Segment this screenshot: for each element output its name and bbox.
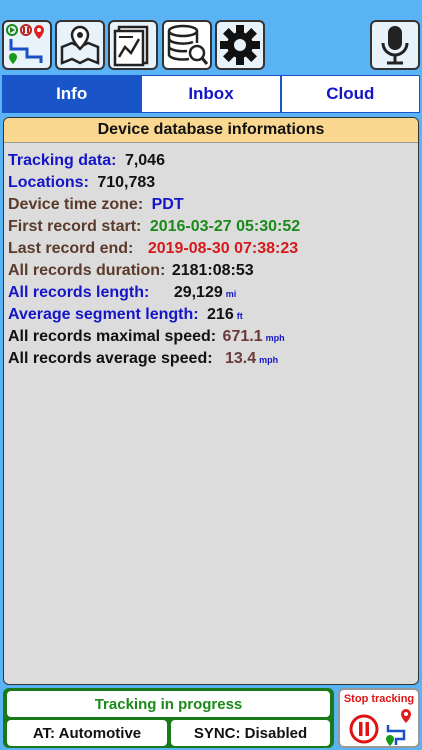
info-row-last-record: Last record end: 2019-08-30 07:38:23	[8, 238, 418, 260]
info-row-avg-segment: Average segment length: 216 ft	[8, 304, 418, 326]
activity-mode-button[interactable]: AT: Automotive	[7, 720, 167, 746]
row-unit: mi	[225, 289, 237, 299]
voice-button[interactable]	[370, 20, 420, 70]
row-label: All records duration:	[8, 262, 166, 279]
database-button[interactable]	[162, 20, 212, 70]
toolbar	[0, 0, 422, 74]
tab-bar: Info Inbox Cloud	[2, 75, 420, 113]
row-value: 671.1	[222, 328, 263, 345]
chart-report-icon	[113, 25, 149, 67]
row-label: All records average speed:	[8, 350, 213, 367]
row-unit: mph	[265, 333, 285, 343]
map-icon	[60, 25, 100, 65]
info-row-max-speed: All records maximal speed: 671.1 mph	[8, 326, 418, 348]
row-label: Last record end:	[8, 240, 134, 257]
row-label: All records length:	[8, 284, 150, 301]
tab-inbox[interactable]: Inbox	[141, 75, 281, 113]
tracking-status-label: Tracking in progress	[7, 691, 330, 717]
row-value: 710,783	[97, 174, 156, 191]
row-value: 7,046	[124, 152, 165, 169]
info-row-locations: Locations: 710,783	[8, 172, 418, 194]
tab-info[interactable]: Info	[2, 75, 142, 113]
stop-tracking-button[interactable]: Stop tracking	[338, 688, 420, 748]
reports-button[interactable]	[108, 20, 158, 70]
microphone-icon	[381, 26, 409, 65]
row-label: First record start:	[8, 218, 142, 235]
info-row-time-zone: Device time zone: PDT	[8, 194, 418, 216]
stop-tracking-label: Stop tracking	[343, 693, 415, 705]
row-value: 2016-03-27 05:30:52	[149, 218, 301, 235]
row-value: PDT	[151, 196, 184, 213]
tracking-icon	[6, 24, 44, 64]
row-unit: ft	[236, 311, 243, 321]
settings-icon	[220, 25, 260, 65]
tab-cloud[interactable]: Cloud	[280, 75, 420, 113]
row-value: 2181:08:53	[171, 262, 254, 279]
database-search-icon	[167, 24, 209, 65]
info-row-first-record: First record start: 2016-03-27 05:30:52	[8, 216, 418, 238]
tracking-status-box: Tracking in progress AT: Automotive SYNC…	[3, 688, 334, 748]
row-unit: mph	[259, 355, 279, 365]
info-rows: Tracking data: 7,046 Locations: 710,783 …	[4, 143, 418, 370]
row-value: 29,129	[173, 284, 223, 301]
map-button[interactable]	[55, 20, 105, 70]
row-value: 2019-08-30 07:38:23	[147, 240, 299, 257]
row-label: Device time zone:	[8, 196, 144, 213]
row-value: 13.4	[225, 350, 257, 367]
settings-button[interactable]	[215, 20, 265, 70]
row-label: Average segment length:	[8, 306, 199, 323]
info-panel: Device database informations Tracking da…	[3, 117, 419, 685]
info-row-duration: All records duration: 2181:08:53	[8, 260, 418, 282]
info-row-avg-speed: All records average speed: 13.4 mph	[8, 348, 418, 370]
info-row-tracking-data: Tracking data: 7,046	[8, 150, 418, 172]
panel-title: Device database informations	[4, 118, 418, 143]
tracking-button[interactable]	[2, 20, 52, 70]
sync-status-button[interactable]: SYNC: Disabled	[171, 720, 330, 746]
row-label: All records maximal speed:	[8, 328, 217, 345]
pause-tracking-icon	[349, 709, 411, 746]
row-label: Locations:	[8, 174, 89, 191]
row-value: 216	[207, 306, 234, 323]
row-label: Tracking data:	[8, 152, 117, 169]
info-row-length: All records length: 29,129 mi	[8, 282, 418, 304]
